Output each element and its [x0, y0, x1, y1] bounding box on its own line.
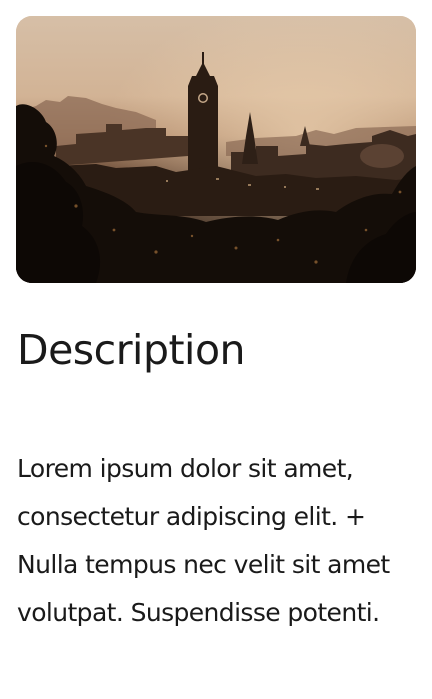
- city-skyline-illustration: [16, 16, 416, 283]
- description-text: Lorem ipsum dolor sit amet, consectetur …: [17, 454, 390, 627]
- section-heading: Description: [17, 326, 246, 374]
- content-card: Description Lorem ipsum dolor sit amet, …: [0, 0, 432, 699]
- hero-image: [16, 16, 416, 283]
